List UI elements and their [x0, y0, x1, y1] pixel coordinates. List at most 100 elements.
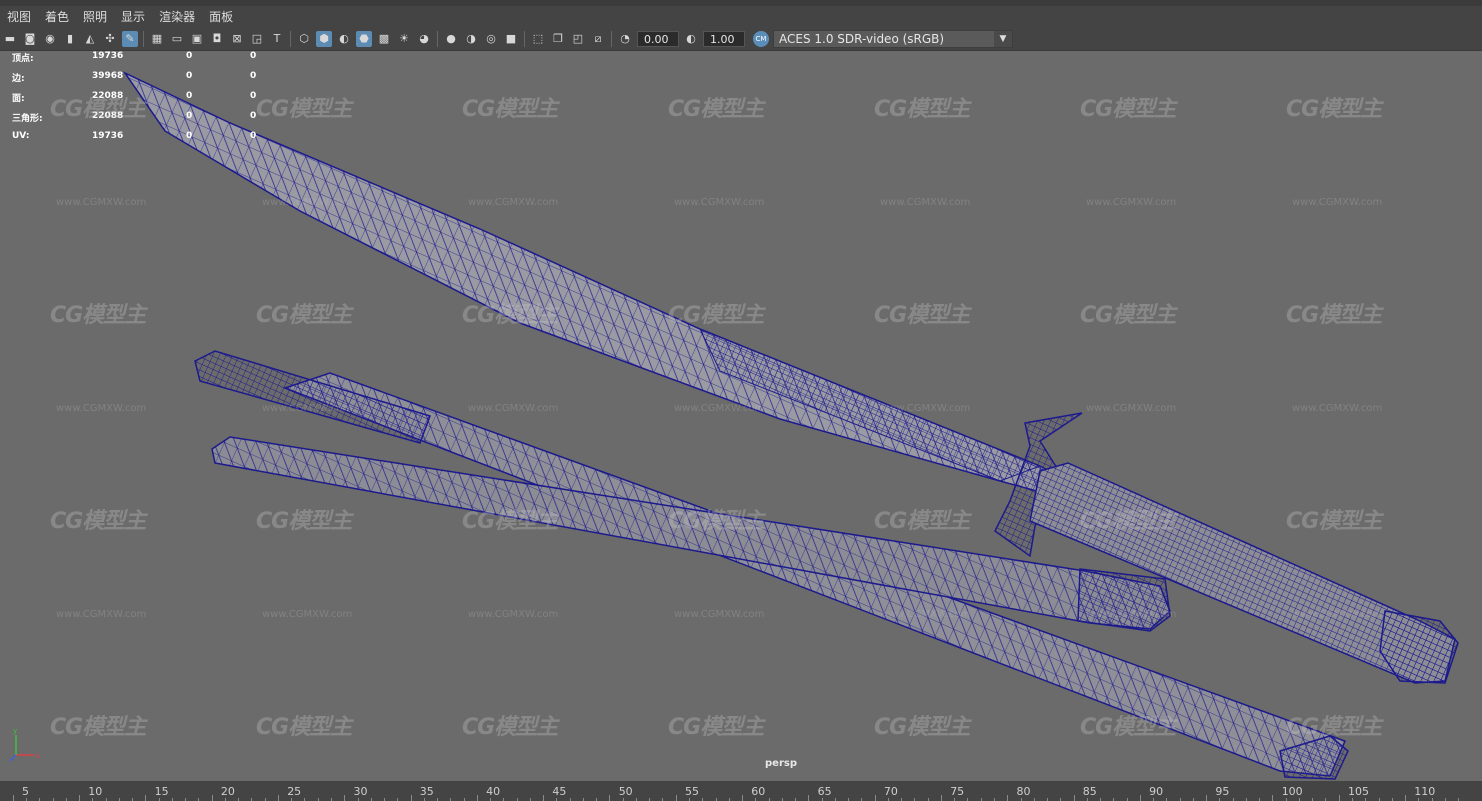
ruler-tick-label: 110: [1414, 785, 1436, 798]
watermark-logo: CG模型主: [668, 715, 764, 740]
watermark-logo: CG模型主: [1286, 715, 1382, 740]
watermark-logo: CG模型主: [1286, 303, 1382, 328]
watermark-url: www.CGMXW.com: [468, 197, 559, 208]
image-plane-icon[interactable]: ◭: [82, 31, 98, 47]
isolate-select-icon[interactable]: ⬚: [530, 31, 546, 47]
safe-title-icon[interactable]: T: [269, 31, 285, 47]
hud-row-edges: 边: 39968 0 0: [10, 71, 310, 91]
xray-components-icon[interactable]: ⧄: [590, 31, 606, 47]
ruler-tick-label: 90: [1149, 785, 1164, 798]
ruler-tick-label: 45: [552, 785, 567, 798]
camera-attributes-icon[interactable]: ◙: [22, 31, 38, 47]
hud-value: 19736: [92, 131, 124, 141]
ruler-tick-label: 80: [1016, 785, 1031, 798]
watermark-url: www.CGMXW.com: [880, 197, 971, 208]
safe-action-icon[interactable]: ◲: [249, 31, 265, 47]
ruler-tick: [1073, 795, 1075, 801]
film-gate-icon[interactable]: ▭: [169, 31, 185, 47]
ruler-tick-label: 65: [817, 785, 832, 798]
default-material-icon[interactable]: ◐: [336, 31, 352, 47]
grease-pencil-icon[interactable]: ✎: [122, 31, 138, 47]
time-slider-ruler[interactable]: 5 10 15 20 25 30 35 40 45 50 55 60 65 70 75 80 85 90 95 100…: [0, 781, 1482, 801]
select-camera-icon[interactable]: ▬: [2, 31, 18, 47]
hud-label: 顶点:: [12, 54, 34, 64]
hud-value: 0: [186, 131, 193, 141]
menu-view[interactable]: 视图: [0, 6, 38, 28]
textured-icon[interactable]: ▩: [376, 31, 392, 47]
hud-label: 三角形:: [12, 114, 43, 124]
hud-row-uvs: UV: 19736 0 0: [10, 131, 310, 151]
watermark-logo: CG模型主: [50, 303, 146, 328]
motion-blur-icon[interactable]: ◑: [463, 31, 479, 47]
hud-value: 0: [250, 51, 257, 61]
lights-icon[interactable]: ☀: [396, 31, 412, 47]
menu-renderer[interactable]: 渲染器: [152, 6, 202, 28]
watermark-url: www.CGMXW.com: [262, 197, 353, 208]
watermark-logo: CG模型主: [1080, 97, 1176, 122]
bookmarks-icon[interactable]: ◉: [42, 31, 58, 47]
camera-name-label: persp: [765, 758, 797, 769]
ambient-occlusion-icon[interactable]: ●: [443, 31, 459, 47]
2d-pan-zoom-icon[interactable]: ✣: [102, 31, 118, 47]
persp-viewport[interactable]: 顶点: 19736 0 0 边: 39968 0 0 面: 22088 0 0 …: [0, 51, 1482, 781]
ruler-tick: [211, 795, 213, 801]
gate-mask-icon[interactable]: ◘: [209, 31, 225, 47]
hud-label: 边:: [12, 74, 25, 84]
watermark-url: www.CGMXW.com: [1292, 609, 1383, 620]
watermark-logo: CG模型主: [50, 97, 146, 122]
hud-value: 39968: [92, 71, 124, 81]
smooth-shade-icon[interactable]: ⬢: [316, 31, 332, 47]
ruler-tick-label: 55: [685, 785, 699, 798]
watermark-logo: CG模型主: [462, 715, 558, 740]
gamma-field[interactable]: 1.00: [703, 31, 745, 47]
watermark-url: www.CGMXW.com: [262, 403, 353, 414]
ruler-tick: [12, 795, 14, 801]
xray-icon[interactable]: ❐: [550, 31, 566, 47]
toolbar-separator: [290, 31, 291, 47]
menu-shading[interactable]: 着色: [38, 6, 76, 28]
watermark-logo: CG模型主: [1080, 509, 1176, 534]
exposure-field[interactable]: 0.00: [637, 31, 679, 47]
watermark-url: www.CGMXW.com: [674, 197, 765, 208]
wireframe-on-shaded-icon[interactable]: ⬣: [356, 31, 372, 47]
ruler-tick-label: 25: [287, 785, 302, 798]
grid-icon[interactable]: ▦: [149, 31, 165, 47]
watermark-url: www.CGMXW.com: [1086, 609, 1177, 620]
ruler-tick-label: 20: [220, 785, 235, 798]
menu-panels[interactable]: 面板: [202, 6, 240, 28]
ruler-tick: [742, 795, 744, 801]
watermark-url: www.CGMXW.com: [880, 609, 971, 620]
watermark-logo: CG模型主: [1286, 509, 1382, 534]
ruler-tick-label: 30: [353, 785, 368, 798]
resolution-gate-icon[interactable]: ▣: [189, 31, 205, 47]
watermark-url: www.CGMXW.com: [1292, 403, 1383, 414]
watermark-url: www.CGMXW.com: [468, 609, 559, 620]
holder-end: [1077, 568, 1171, 632]
watermark-logo: CG模型主: [1080, 303, 1176, 328]
depth-of-field-icon[interactable]: ■: [503, 31, 519, 47]
svg-text:x: x: [36, 752, 40, 760]
hud-label: 面:: [12, 94, 25, 104]
color-management-icon[interactable]: CM: [753, 31, 769, 47]
ruler-tick-label: 60: [751, 785, 766, 798]
shadows-icon[interactable]: ◕: [416, 31, 432, 47]
sword-wireframe-scene: [122, 71, 1459, 780]
hud-value: 0: [250, 131, 257, 141]
bookmark-flag-icon[interactable]: ▮: [62, 31, 78, 47]
view-transform-dropdown[interactable]: ACES 1.0 SDR-video (sRGB) ▼: [773, 30, 1013, 48]
toolbar-separator: [143, 31, 144, 47]
exposure-icon: ◔: [620, 32, 630, 45]
wireframe-icon[interactable]: ⬡: [296, 31, 312, 47]
field-chart-icon[interactable]: ⊠: [229, 31, 245, 47]
menu-lighting[interactable]: 照明: [76, 6, 114, 28]
watermark-logo: CG模型主: [874, 97, 970, 122]
anti-aliasing-icon[interactable]: ◎: [483, 31, 499, 47]
watermark-logo: CG模型主: [874, 715, 970, 740]
ruler-tick-label: 100: [1281, 785, 1303, 798]
panel-toolbar: ▬ ◙ ◉ ▮ ◭ ✣ ✎ ▦ ▭ ▣ ◘ ⊠ ◲ T ⬡ ⬢ ◐ ⬣ ▩ ☀ …: [0, 28, 1482, 51]
chevron-down-icon[interactable]: ▼: [994, 31, 1012, 47]
ruler-tick-label: 5: [22, 785, 29, 798]
xray-joints-icon[interactable]: ◰: [570, 31, 586, 47]
menu-show[interactable]: 显示: [114, 6, 152, 28]
ruler-tick-label: 75: [950, 785, 965, 798]
